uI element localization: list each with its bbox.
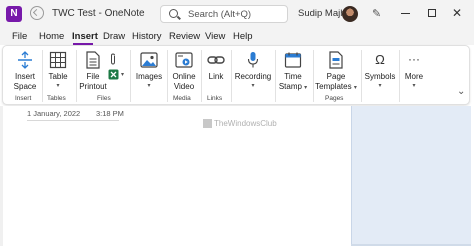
page-templates-label-1: Page xyxy=(326,72,346,81)
microphone-icon xyxy=(247,52,259,68)
page-templates-label-2: Templates ▾ xyxy=(315,81,357,91)
page-templates-icon xyxy=(329,51,343,69)
file-printout-label-1: File xyxy=(86,72,100,81)
ribbon-tabs: File Home Insert Draw History Review Vie… xyxy=(0,28,474,45)
file-printout-icon xyxy=(86,51,100,69)
images-dropdown-icon: ▾ xyxy=(147,82,151,89)
group-files-label: Files xyxy=(97,95,111,102)
page-date: 1 January, 2022 xyxy=(27,109,81,118)
more-dropdown-icon: ▾ xyxy=(412,82,416,89)
group-divider xyxy=(130,50,131,102)
watermark-logo-icon xyxy=(203,119,212,129)
group-pages-label: Pages xyxy=(325,95,344,102)
symbols-dropdown-icon: ▾ xyxy=(378,82,382,89)
watermark-text: TheWindowsClub xyxy=(214,119,277,128)
group-insert-label: Insert xyxy=(15,95,32,102)
tab-view[interactable]: View xyxy=(205,31,225,42)
group-divider xyxy=(399,50,400,102)
omega-icon: Ω xyxy=(375,52,385,67)
page-canvas[interactable]: 1 January, 2022 3:18 PM TheWindowsClub xyxy=(0,106,474,246)
avatar[interactable] xyxy=(342,6,358,22)
table-label: Table xyxy=(48,72,68,81)
group-links-label: Links xyxy=(207,95,223,102)
more-label: More xyxy=(404,72,424,81)
file-printout-label-2: Printout xyxy=(79,81,107,91)
recording-label: Recording xyxy=(234,72,272,81)
maximize-button[interactable] xyxy=(428,9,436,17)
tab-file[interactable]: File xyxy=(12,31,27,42)
search-box[interactable]: Search (Alt+Q) xyxy=(160,5,288,23)
collapse-ribbon-icon[interactable]: ⌄ xyxy=(457,86,465,97)
tab-history[interactable]: History xyxy=(132,31,162,42)
title-underline xyxy=(27,120,119,121)
insert-space-label-1: Insert xyxy=(14,72,35,81)
minimize-button[interactable] xyxy=(401,13,410,14)
online-video-label-1: Online xyxy=(172,72,196,81)
more-ellipsis-icon: ··· xyxy=(408,52,420,66)
tab-insert[interactable]: Insert xyxy=(72,31,98,42)
group-divider xyxy=(231,50,232,102)
tab-draw[interactable]: Draw xyxy=(103,31,125,42)
time-stamp-label-1: Time xyxy=(284,72,302,81)
group-tables-label: Tables xyxy=(47,95,66,102)
online-video-label-2: Video xyxy=(173,81,195,91)
group-divider xyxy=(313,50,314,102)
onenote-app-icon: N xyxy=(6,6,22,22)
pen-icon[interactable]: ✎ xyxy=(372,7,381,20)
spreadsheet-icon[interactable] xyxy=(108,69,119,80)
group-divider xyxy=(167,50,168,102)
group-divider xyxy=(361,50,362,102)
table-icon xyxy=(49,51,67,69)
images-label: Images xyxy=(135,72,163,81)
tab-help[interactable]: Help xyxy=(233,31,253,42)
search-placeholder: Search (Alt+Q) xyxy=(188,9,252,20)
tab-review[interactable]: Review xyxy=(169,31,200,42)
title-bar: N TWC Test - OneNote Search (Alt+Q) Sudi… xyxy=(0,0,474,28)
calendar-icon xyxy=(284,52,302,68)
recording-dropdown-icon: ▾ xyxy=(251,82,255,89)
spreadsheet-dropdown-icon[interactable]: ▾ xyxy=(121,71,124,78)
link-icon xyxy=(207,56,225,64)
insert-space-label-2: Space xyxy=(13,81,37,91)
close-button[interactable]: ✕ xyxy=(452,6,462,20)
search-icon xyxy=(169,9,178,18)
group-divider xyxy=(76,50,77,102)
image-icon xyxy=(140,52,158,68)
window-title: TWC Test - OneNote xyxy=(52,8,145,19)
attach-file-icon[interactable] xyxy=(109,53,117,65)
time-stamp-label-2: Stamp ▾ xyxy=(278,81,308,91)
insert-space-icon xyxy=(18,51,32,69)
page-list-panel[interactable] xyxy=(351,106,471,246)
back-arrow-icon[interactable] xyxy=(30,6,44,20)
link-label: Link xyxy=(208,72,224,81)
watermark: TheWindowsClub xyxy=(203,119,277,129)
group-divider xyxy=(201,50,202,102)
group-divider xyxy=(275,50,276,102)
page-time: 3:18 PM xyxy=(96,109,124,118)
tab-home[interactable]: Home xyxy=(39,31,64,42)
group-divider xyxy=(42,50,43,102)
symbols-label: Symbols xyxy=(364,72,396,81)
online-video-icon xyxy=(175,52,193,68)
group-media-label: Media xyxy=(173,95,191,102)
left-edge xyxy=(0,106,3,246)
ribbon: Insert Space Insert Table ▾ Tables File xyxy=(2,45,470,105)
table-dropdown-icon: ▾ xyxy=(56,82,60,89)
user-name[interactable]: Sudip Majhi xyxy=(298,8,348,19)
